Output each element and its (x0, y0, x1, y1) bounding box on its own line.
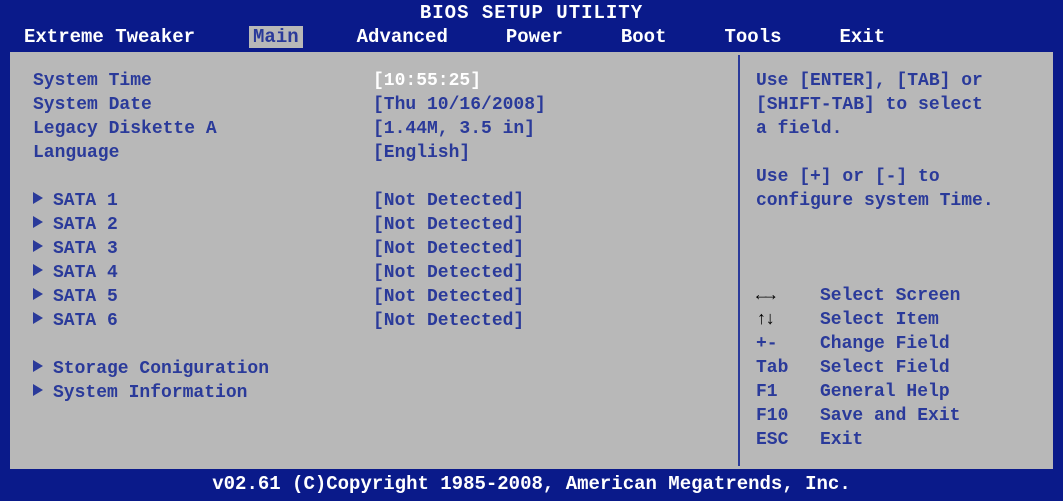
footer-copyright: v02.61 (C)Copyright 1985-2008, American … (0, 469, 1063, 501)
label-system-date: System Date (33, 93, 373, 117)
menu-extreme-tweaker[interactable]: Extreme Tweaker (20, 26, 199, 48)
row-sata-3[interactable]: SATA 3 [Not Detected] (33, 237, 718, 261)
legend-label: Select Item (820, 308, 939, 332)
row-system-date[interactable]: System Date [Thu 10/16/2008] (33, 93, 718, 117)
arrows-up-down-icon (756, 310, 774, 330)
value-sata-6: [Not Detected] (373, 309, 524, 333)
menu-tools[interactable]: Tools (720, 26, 785, 48)
menu-bar: Extreme Tweaker Main Advanced Power Boot… (0, 24, 1063, 52)
row-sata-2[interactable]: SATA 2 [Not Detected] (33, 213, 718, 237)
menu-exit[interactable]: Exit (836, 26, 890, 48)
label-system-info: System Information (33, 381, 373, 405)
title-bar: BIOS SETUP UTILITY (0, 0, 1063, 24)
key-legend: Select Screen Select Item +- Change Fiel… (756, 284, 1034, 452)
main-area: System Time [10:55:25] System Date [Thu … (10, 52, 1053, 469)
label-sata-6: SATA 6 (33, 309, 373, 333)
row-system-time[interactable]: System Time [10:55:25] (33, 69, 718, 93)
label-sata-4: SATA 4 (33, 261, 373, 285)
legend-change-field: +- Change Field (756, 332, 1034, 356)
legend-label: Select Field (820, 356, 950, 380)
value-system-date[interactable]: [Thu 10/16/2008] (373, 93, 546, 117)
label-sata-2: SATA 2 (33, 213, 373, 237)
row-language[interactable]: Language [English] (33, 141, 718, 165)
row-system-info[interactable]: System Information (33, 381, 718, 405)
legend-label: Change Field (820, 332, 950, 356)
legend-exit: ESC Exit (756, 428, 1034, 452)
triangle-icon (33, 240, 43, 252)
bios-screen: BIOS SETUP UTILITY Extreme Tweaker Main … (0, 0, 1063, 501)
help-line: Use [+] or [-] to (756, 165, 1034, 189)
legend-save-exit: F10 Save and Exit (756, 404, 1034, 428)
row-sata-4[interactable]: SATA 4 [Not Detected] (33, 261, 718, 285)
triangle-icon (33, 288, 43, 300)
value-sata-3: [Not Detected] (373, 237, 524, 261)
value-sata-4: [Not Detected] (373, 261, 524, 285)
help-line: a field. (756, 117, 1034, 141)
triangle-icon (33, 384, 43, 396)
legend-key: ESC (756, 428, 820, 452)
row-sata-1[interactable]: SATA 1 [Not Detected] (33, 189, 718, 213)
arrows-left-right-icon (756, 286, 774, 306)
legend-label: Exit (820, 428, 863, 452)
menu-main[interactable]: Main (249, 26, 303, 48)
help-line: Use [ENTER], [TAB] or (756, 69, 1034, 93)
legend-key: F10 (756, 404, 820, 428)
help-text: Use [ENTER], [TAB] or [SHIFT-TAB] to sel… (756, 69, 1034, 213)
value-sata-5: [Not Detected] (373, 285, 524, 309)
value-legacy-diskette[interactable]: [1.44M, 3.5 in] (373, 117, 535, 141)
help-line: configure system Time. (756, 189, 1034, 213)
triangle-icon (33, 360, 43, 372)
value-sata-2: [Not Detected] (373, 213, 524, 237)
label-sata-5: SATA 5 (33, 285, 373, 309)
row-sata-5[interactable]: SATA 5 [Not Detected] (33, 285, 718, 309)
value-system-time[interactable]: [10:55:25] (373, 69, 481, 93)
triangle-icon (33, 264, 43, 276)
label-sata-1: SATA 1 (33, 189, 373, 213)
label-sata-3: SATA 3 (33, 237, 373, 261)
legend-key: +- (756, 332, 820, 356)
triangle-icon (33, 216, 43, 228)
value-sata-1: [Not Detected] (373, 189, 524, 213)
label-language: Language (33, 141, 373, 165)
row-sata-6[interactable]: SATA 6 [Not Detected] (33, 309, 718, 333)
menu-advanced[interactable]: Advanced (353, 26, 452, 48)
menu-boot[interactable]: Boot (617, 26, 671, 48)
help-panel: Use [ENTER], [TAB] or [SHIFT-TAB] to sel… (740, 55, 1050, 466)
row-storage-config[interactable]: Storage Coniguration (33, 357, 718, 381)
legend-select-field: Tab Select Field (756, 356, 1034, 380)
legend-label: Select Screen (820, 284, 960, 308)
triangle-icon (33, 312, 43, 324)
legend-key: Tab (756, 356, 820, 380)
menu-power[interactable]: Power (502, 26, 567, 48)
legend-label: Save and Exit (820, 404, 960, 428)
row-legacy-diskette[interactable]: Legacy Diskette A [1.44M, 3.5 in] (33, 117, 718, 141)
value-language[interactable]: [English] (373, 141, 470, 165)
triangle-icon (33, 192, 43, 204)
legend-select-item: Select Item (756, 308, 1034, 332)
label-system-time: System Time (33, 69, 373, 93)
legend-label: General Help (820, 380, 950, 404)
settings-panel: System Time [10:55:25] System Date [Thu … (13, 55, 740, 466)
label-storage-config: Storage Coniguration (33, 357, 373, 381)
help-line: [SHIFT-TAB] to select (756, 93, 1034, 117)
legend-general-help: F1 General Help (756, 380, 1034, 404)
label-legacy-diskette: Legacy Diskette A (33, 117, 373, 141)
legend-key: F1 (756, 380, 820, 404)
legend-select-screen: Select Screen (756, 284, 1034, 308)
